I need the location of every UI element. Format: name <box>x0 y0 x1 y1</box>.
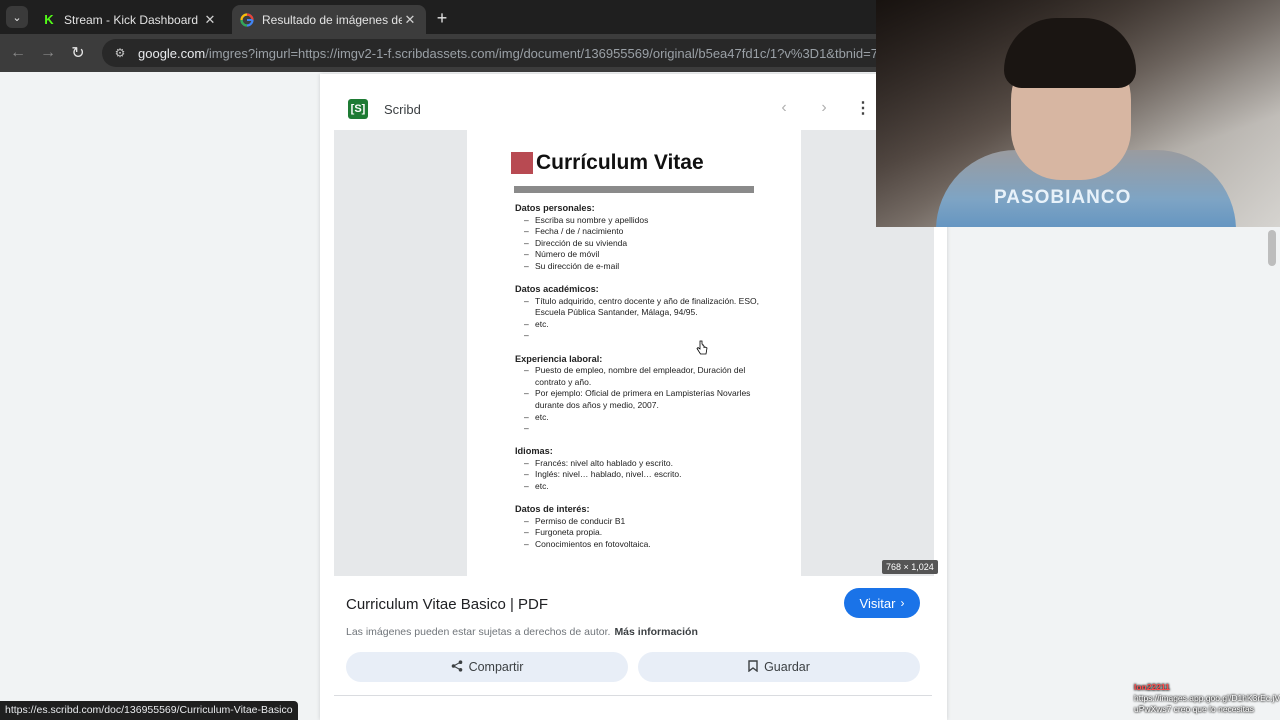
address-bar[interactable]: ⚙ google.com/imgres?imgurl=https://imgv2… <box>102 39 902 67</box>
preview-image[interactable]: Currículum Vitae Datos personales: Escri… <box>334 130 934 576</box>
cv-title: Currículum Vitae <box>536 151 704 174</box>
cv-section-heading: Experiencia laboral: <box>515 353 603 364</box>
cv-item: Por ejemplo: Oficial de primera en Lampi… <box>515 388 765 411</box>
cv-item: etc. <box>515 412 765 424</box>
cv-section-heading: Datos académicos: <box>515 284 599 295</box>
next-arrow-icon[interactable]: › <box>814 98 834 118</box>
url-text[interactable]: google.com/imgres?imgurl=https://imgv2-1… <box>138 46 902 61</box>
scribd-logo-icon: [S] <box>348 99 368 119</box>
bookmark-icon <box>748 659 758 675</box>
visit-button[interactable]: Visitar › <box>844 588 920 618</box>
browser-window: ⌄ K Stream - Kick Dashboard ✕ Resultado … <box>0 0 1280 720</box>
save-label: Guardar <box>764 660 810 674</box>
cv-section-list: Escriba su nombre y apellidos Fecha / de… <box>515 215 765 273</box>
tab-title: Resultado de imágenes de Goo <box>262 12 402 27</box>
close-icon[interactable]: ✕ <box>402 12 418 28</box>
cv-item: Permiso de conducir B1 <box>515 516 765 528</box>
cv-section-list: Título adquirido, centro docente y año d… <box>515 296 765 342</box>
chat-username: lon22211 <box>1134 682 1170 692</box>
cv-header: Currículum Vitae <box>511 151 704 175</box>
cv-item: Inglés: nivel… hablado, nivel… escrito. <box>515 469 765 481</box>
cv-body: Datos personales: Escriba su nombre y ap… <box>515 203 765 562</box>
cv-item: etc. <box>515 319 765 331</box>
cv-item: Fecha / de / nacimiento <box>515 226 765 238</box>
tab-title: Stream - Kick Dashboard <box>64 12 199 27</box>
share-button[interactable]: Compartir <box>346 652 628 682</box>
cv-section-heading: Idiomas: <box>515 446 553 457</box>
mouse-cursor-icon <box>696 340 708 356</box>
copyright-text: Las imágenes pueden estar sujetas a dere… <box>346 626 611 638</box>
chevron-right-icon: › <box>900 596 905 610</box>
cv-item <box>515 423 765 435</box>
image-preview-panel: [S] Scribd ‹ › ⋮ Currículum Vitae Datos … <box>320 74 947 720</box>
cv-item: Conocimientos en fotovoltaica. <box>515 539 765 551</box>
share-label: Compartir <box>468 660 524 674</box>
google-logo-icon <box>240 12 254 27</box>
back-arrow-icon[interactable]: ← <box>8 43 28 63</box>
source-row[interactable]: [S] Scribd <box>348 98 421 120</box>
webcam-person-hair <box>1004 18 1136 88</box>
cv-item <box>515 330 765 342</box>
webcam-shirt-text: PASOBIANCO <box>994 187 1132 208</box>
cv-item: Escriba su nombre y apellidos <box>515 215 765 227</box>
visit-label: Visitar <box>859 595 896 611</box>
share-icon <box>451 659 463 675</box>
panel-divider <box>334 695 932 696</box>
cv-item: Francés: nivel alto hablado y escrito. <box>515 458 765 470</box>
page-scrollbar[interactable] <box>1268 230 1276 266</box>
copyright-notice: Las imágenes pueden estar sujetas a dere… <box>346 626 698 638</box>
site-info-icon[interactable]: ⚙ <box>112 45 128 61</box>
cv-red-square-icon <box>511 152 533 174</box>
close-icon[interactable]: ✕ <box>202 12 218 28</box>
cv-item: Furgoneta propia. <box>515 527 765 539</box>
image-size-badge: 768 × 1,024 <box>882 560 938 574</box>
kick-logo-icon: K <box>44 12 54 27</box>
chat-overlay: lon22211 https://images.app.goo.gl/D1hK3… <box>1134 682 1280 715</box>
new-tab-button[interactable]: + <box>432 8 452 28</box>
document-title-link[interactable]: Curriculum Vitae Basico | PDF <box>346 596 548 613</box>
more-options-icon[interactable]: ⋮ <box>855 98 871 118</box>
cv-item: Puesto de empleo, nombre del empleador, … <box>515 365 765 388</box>
reload-icon[interactable]: ↻ <box>68 43 88 63</box>
cv-section-list: Francés: nivel alto hablado y escrito. I… <box>515 458 765 493</box>
cv-section-heading: Datos de interés: <box>515 504 590 515</box>
cv-item: Título adquirido, centro docente y año d… <box>515 296 765 319</box>
cv-document-image: Currículum Vitae Datos personales: Escri… <box>467 130 801 576</box>
tab-search-button[interactable]: ⌄ <box>6 6 28 28</box>
previous-arrow-icon[interactable]: ‹ <box>774 98 794 118</box>
chat-message: https://images.app.goo.gl/D1hK3rEc.jV uP… <box>1134 693 1280 714</box>
link-status-bubble: https://es.scribd.com/doc/136955569/Curr… <box>0 701 298 720</box>
source-name[interactable]: Scribd <box>384 102 421 117</box>
tab-google-images[interactable]: Resultado de imágenes de Goo ✕ <box>232 5 426 34</box>
cv-section-list: Permiso de conducir B1 Furgoneta propia.… <box>515 516 765 551</box>
cv-section-heading: Datos personales: <box>515 203 595 213</box>
cv-item: Dirección de su vivienda <box>515 238 765 250</box>
save-button[interactable]: Guardar <box>638 652 920 682</box>
cv-item: Número de móvil <box>515 249 765 261</box>
forward-arrow-icon[interactable]: → <box>38 43 58 63</box>
more-info-link[interactable]: Más información <box>614 626 697 638</box>
cv-section-list: Puesto de empleo, nombre del empleador, … <box>515 365 765 435</box>
tab-kick-dashboard[interactable]: K Stream - Kick Dashboard ✕ <box>34 5 226 34</box>
cv-divider <box>514 186 754 193</box>
cv-item: etc. <box>515 481 765 493</box>
webcam-overlay: PASOBIANCO <box>876 0 1280 227</box>
cv-item: Su dirección de e-mail <box>515 261 765 273</box>
